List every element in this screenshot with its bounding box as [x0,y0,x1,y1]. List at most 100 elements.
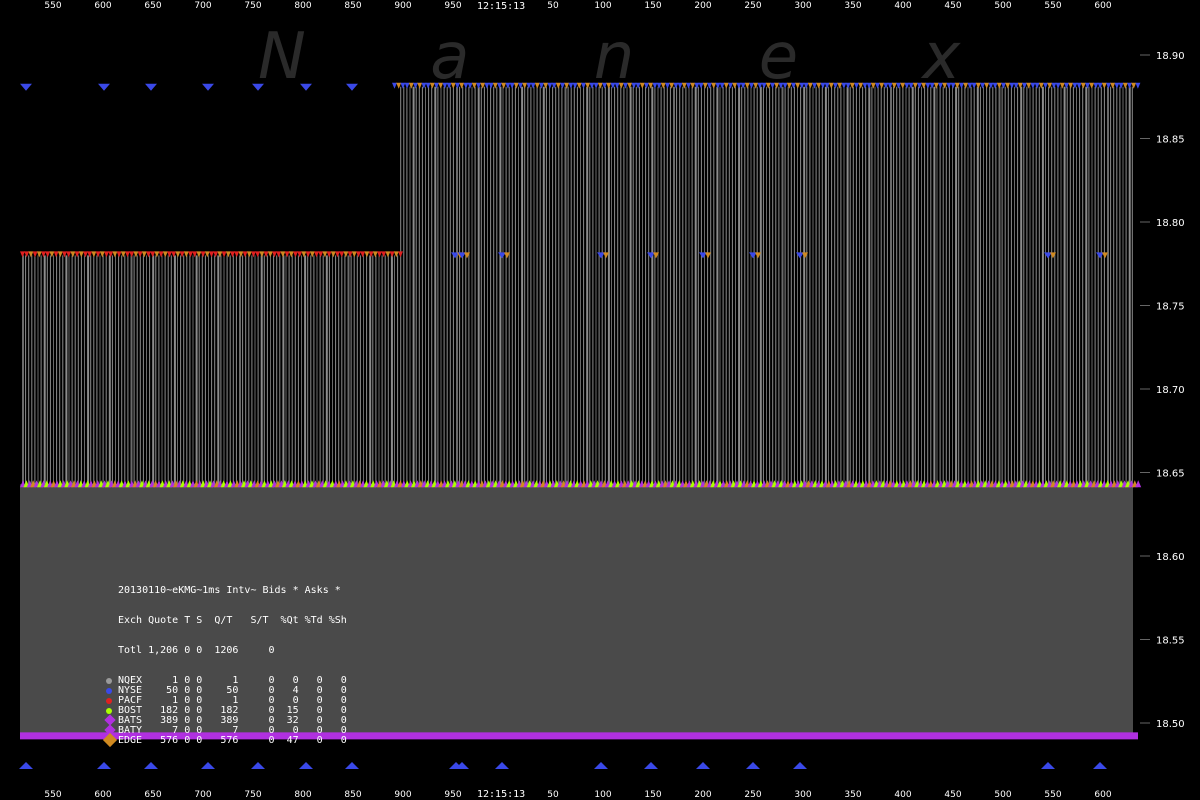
quote-line [192,255,194,485]
exchange-marker-icon [106,688,112,694]
quote-line [449,86,451,485]
quote-line [865,86,867,485]
quote-line [741,86,743,485]
exchange-marker-icon [106,708,112,714]
quote-line [25,255,27,485]
quote-line [161,255,163,485]
quote-line [400,86,402,485]
ask-marker-pacf [385,251,391,258]
quote-line [992,86,994,485]
quote-line [170,255,172,485]
quote-line [1094,86,1096,485]
quote-line [518,86,519,485]
quote-line [626,86,628,485]
exchange-marker-icon [106,698,112,704]
quote-line [177,255,178,485]
quote-line [638,86,640,485]
quote-line [545,86,547,485]
ask-marker-nyse [98,83,110,91]
quote-line [567,86,569,485]
quote-line [747,86,749,485]
quote-line [248,255,250,485]
quote-line [1091,86,1093,485]
quote-line [1125,86,1127,485]
quote-line [1038,86,1040,485]
quote-line [239,255,241,485]
quote-line [459,86,461,485]
stats-row: BOST 182 0 0 182 0 15 0 0 [106,706,347,716]
quote-line [111,255,113,485]
quote-line [319,255,321,485]
quote-line [56,255,58,485]
quote-line [412,86,415,485]
quote-line [778,86,780,485]
ask-marker-pacf [372,251,378,258]
quote-line [1116,86,1118,485]
quote-line [71,255,73,485]
ask-marker-pacf [230,251,235,258]
quote-line [685,86,687,485]
ask-marker-edge [705,252,711,259]
quote-line [242,255,244,485]
quote-line [645,86,647,485]
ask-marker-pacf [183,251,189,258]
quote-line [273,255,275,485]
quote-line [710,86,712,485]
quote-line [772,86,774,485]
quote-line [809,86,811,485]
quote-line [896,86,898,485]
quote-line [381,255,383,485]
y-tick-label: 18.70 [1156,385,1185,396]
quote-line [372,255,374,485]
quote-line [806,86,808,485]
quote-line [217,255,220,485]
quote-line [890,86,892,485]
quote-line [1023,86,1025,485]
quote-line [493,86,495,485]
quote-line [964,86,966,485]
quote-line [1128,86,1131,485]
stats-panel: 20130110~eKMG~1ms Intv~ Bids * Asks * Ex… [102,566,347,756]
x-tick-label-bottom: 300 [794,790,811,800]
quote-line [1082,86,1084,485]
bid-marker-nyse [201,762,215,769]
ask-marker-pacf [188,251,193,258]
x-tick-label-bottom: 350 [844,790,861,800]
quote-line [201,255,203,485]
top-time-label: 12:15:13 [477,1,525,12]
ask-marker-pacf [129,251,135,258]
exchange-marker-icon [102,732,118,748]
x-tick-label-top: 250 [744,1,761,11]
stats-title: 20130110~eKMG~1ms Intv~ Bids * Asks * [118,585,341,596]
quote-line [387,255,389,485]
quote-line [989,86,991,485]
ask-marker-nyse [1068,82,1074,89]
quote-line [514,86,516,485]
quote-line [986,86,988,485]
quote-line [1107,86,1109,485]
exchange-marker-icon [106,678,112,684]
quote-line [440,86,442,485]
y-tick-label: 18.65 [1156,469,1185,480]
ask-marker-pacf [351,251,357,258]
ask-marker-nyse [1089,82,1095,89]
quote-line [536,86,538,485]
x-tick-label-bottom: 400 [894,790,911,800]
quote-line [325,255,328,485]
ask-marker-nyse [20,83,32,91]
quote-line [700,86,702,485]
x-tick-label-top: 950 [444,1,461,11]
quote-line [573,86,575,485]
x-tick-label-top: 650 [144,1,161,11]
quote-line [580,86,581,485]
quote-line [369,255,372,485]
quote-line [328,255,330,485]
quote-line [849,86,851,485]
quote-line [235,255,237,485]
x-tick-label-bottom: 200 [694,790,711,800]
x-tick-label-top: 600 [1094,1,1111,11]
quote-line [421,86,423,485]
x-tick-label-bottom: 250 [744,790,761,800]
ask-marker-nyse [1030,82,1036,89]
quote-line [260,255,263,485]
